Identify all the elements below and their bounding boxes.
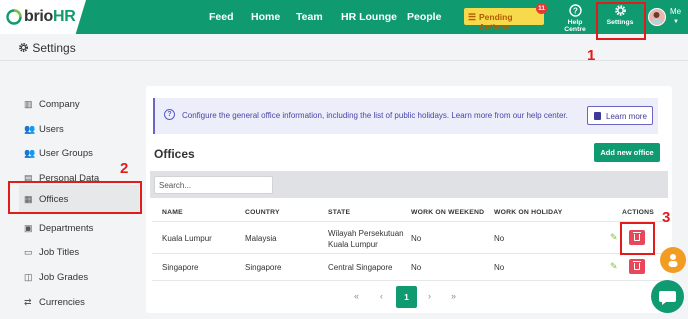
avatar[interactable]: [648, 8, 666, 26]
column-header-country: COUNTRY: [245, 209, 280, 216]
office-name: Singapore: [162, 263, 199, 272]
sidebar-item-label: User Groups: [39, 148, 93, 159]
book-icon: [594, 112, 601, 120]
sidebar-item-company[interactable]: ▥ Company: [22, 93, 140, 115]
annotation-box-delete: [620, 222, 655, 255]
info-banner-text: Configure the general office information…: [182, 111, 568, 120]
learn-more-label: Learn more: [606, 112, 647, 121]
column-header-work-on-holiday: WORK ON HOLIDAY: [494, 209, 563, 216]
office-name: Kuala Lumpur: [162, 234, 212, 243]
annotation-number-3: 3: [662, 209, 671, 226]
brio-logo-icon: [6, 9, 22, 25]
pending-actions-label: Pending Actions: [479, 12, 513, 32]
divider: [152, 221, 667, 222]
office-state: Central Singapore: [328, 263, 393, 272]
sidebar-item-label: Users: [39, 124, 64, 135]
office-state: Wilayah Persekutuan Kuala Lumpur: [328, 229, 404, 249]
help-icon: ?: [568, 4, 582, 17]
office-work-on-weekend: No: [411, 263, 422, 272]
sidebar-item-departments[interactable]: ▣ Departments: [22, 217, 140, 239]
top-navbar: brioHR Feed Home Team HR Lounge People ☰…: [0, 0, 688, 34]
divider: [152, 280, 667, 281]
page-title: Settings: [18, 41, 76, 55]
question-circle-icon: ?: [164, 109, 175, 120]
chevron-down-icon[interactable]: ▼: [673, 19, 679, 25]
pagination-page-1[interactable]: 1: [396, 286, 417, 308]
info-banner: ? Configure the general office informati…: [153, 98, 658, 134]
brio-logo[interactable]: brioHR: [0, 0, 86, 34]
sidebar-item-label: Job Titles: [39, 247, 80, 258]
chat-bubble-icon: [659, 291, 676, 305]
office-country: Malaysia: [245, 234, 277, 243]
pending-actions-button[interactable]: ☰ Pending Actions: [464, 8, 544, 32]
departments-icon: ▣: [24, 223, 33, 233]
list-icon: ☰: [468, 12, 477, 22]
chat-fab[interactable]: [651, 280, 684, 313]
annotation-box-offices: [8, 181, 142, 214]
sidebar-item-job-grades[interactable]: ◫ Job Grades: [22, 266, 140, 288]
sidebar-item-users[interactable]: 👥 Users: [22, 118, 140, 140]
pagination-prev[interactable]: ‹: [380, 291, 383, 301]
column-header-actions: ACTIONS: [622, 209, 654, 216]
pagination-first[interactable]: «: [354, 291, 359, 301]
office-work-on-holiday: No: [494, 234, 505, 243]
office-work-on-weekend: No: [411, 234, 422, 243]
help-centre-button[interactable]: ? Help Centre: [556, 4, 594, 33]
annotation-number-2: 2: [120, 160, 129, 177]
user-groups-icon: 👥: [24, 148, 36, 158]
user-guide-fab[interactable]: [660, 247, 686, 273]
search-input[interactable]: [154, 176, 273, 194]
user-avatar-image: [652, 12, 661, 25]
divider: [0, 60, 688, 61]
divider: [152, 253, 667, 254]
trash-icon: [633, 261, 641, 270]
edit-icon[interactable]: ✎: [610, 232, 618, 243]
column-header-state: STATE: [328, 209, 351, 216]
office-work-on-holiday: No: [494, 263, 505, 272]
building-icon: ▥: [24, 99, 33, 109]
sidebar-item-label: Job Grades: [39, 272, 89, 283]
exchange-icon: ⇄: [24, 297, 32, 307]
edit-icon[interactable]: ✎: [610, 261, 618, 272]
sidebar-item-label: Departments: [39, 223, 94, 234]
grade-icon: ◫: [24, 272, 33, 282]
nav-team[interactable]: Team: [296, 11, 323, 23]
svg-text:?: ?: [573, 7, 578, 16]
pagination-last[interactable]: »: [451, 291, 456, 301]
nav-people[interactable]: People: [407, 11, 441, 23]
help-centre-label: Help Centre: [564, 19, 586, 33]
section-title: Offices: [154, 147, 195, 161]
column-header-work-on-weekend: WORK ON WEEKEND: [411, 209, 485, 216]
office-country: Singapore: [245, 263, 282, 272]
pending-count-badge: 11: [536, 3, 547, 14]
user-menu-label[interactable]: Me: [670, 7, 681, 16]
nav-home[interactable]: Home: [251, 11, 280, 23]
add-new-office-button[interactable]: Add new office: [594, 143, 660, 162]
sidebar-item-label: Company: [39, 99, 80, 110]
delete-button[interactable]: [629, 259, 645, 274]
gear-icon: [19, 43, 28, 52]
brand-name: brioHR: [24, 8, 76, 25]
learn-more-button[interactable]: Learn more: [587, 106, 653, 125]
nav-feed[interactable]: Feed: [209, 11, 234, 23]
sidebar-item-label: Currencies: [39, 297, 85, 308]
sidebar-item-job-titles[interactable]: ▭ Job Titles: [22, 241, 140, 263]
users-icon: 👥: [24, 124, 36, 134]
column-header-name: NAME: [162, 209, 183, 216]
page-title-text: Settings: [32, 41, 76, 55]
pagination-next[interactable]: ›: [428, 291, 431, 301]
briefcase-icon: ▭: [24, 247, 33, 257]
sidebar-item-currencies[interactable]: ⇄ Currencies: [22, 291, 140, 313]
person-icon: [668, 254, 678, 267]
annotation-number-1: 1: [587, 47, 596, 64]
annotation-box-settings: [596, 2, 646, 40]
nav-hr-lounge[interactable]: HR Lounge: [341, 11, 397, 23]
